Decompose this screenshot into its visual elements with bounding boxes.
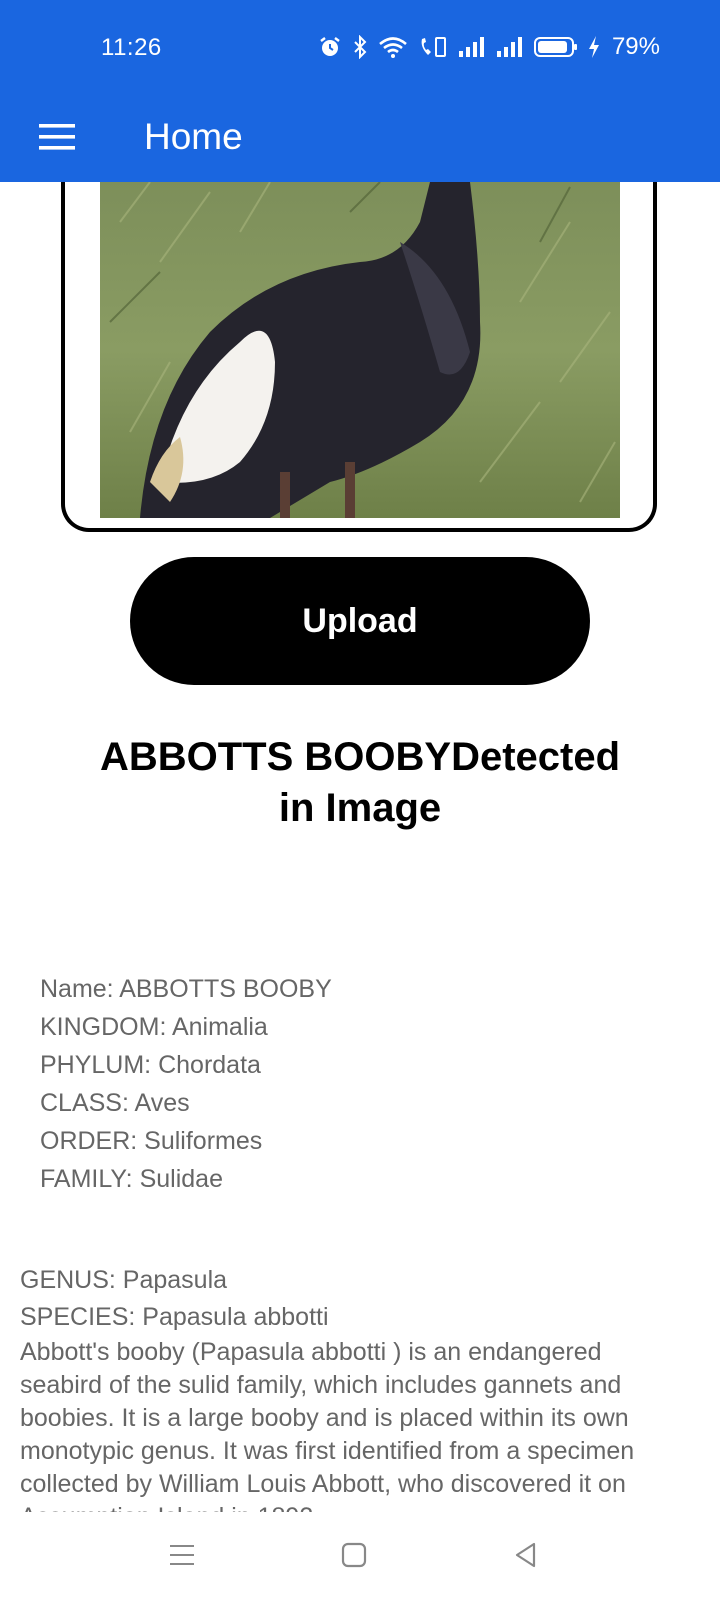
signal-icon-2 — [496, 37, 522, 57]
info-phylum: PHYLUM: Chordata — [40, 1051, 261, 1079]
battery-percent: 79% — [611, 33, 660, 60]
signal-icon-1 — [458, 37, 484, 57]
detection-heading: ABBOTTS BOOBYDetected in Image — [99, 735, 621, 830]
system-nav-bar — [0, 1512, 720, 1600]
info-order: ORDER: Suliformes — [40, 1127, 263, 1155]
info-kingdom: KINGDOM: Animalia — [40, 1013, 268, 1041]
recent-apps-icon — [170, 1545, 194, 1565]
bird-photo — [100, 182, 620, 518]
info-species: SPECIES: Papasula abbotti — [20, 1303, 329, 1331]
page-title: Home — [144, 116, 243, 157]
upload-button[interactable]: Upload — [130, 557, 590, 685]
alarm-icon — [320, 37, 340, 56]
menu-button[interactable] — [22, 108, 92, 166]
volte-call-icon — [421, 37, 446, 57]
status-icons: 79% — [318, 30, 660, 64]
info-name: Name: ABBOTTS BOOBY — [40, 975, 332, 1003]
app-bar: Home — [0, 92, 720, 182]
home-button[interactable] — [324, 1530, 384, 1580]
info-genus: GENUS: Papasula — [20, 1266, 228, 1294]
info-family: FAMILY: Sulidae — [40, 1165, 223, 1193]
wifi-icon — [379, 37, 407, 58]
battery-icon — [533, 37, 577, 57]
top-bar: 11:26 79% Home — [0, 0, 720, 182]
bluetooth-icon — [354, 35, 367, 59]
back-icon — [515, 1542, 536, 1568]
species-info: GENUS: Papasula SPECIES: Papasula abbott… — [20, 1262, 680, 1512]
info-class: CLASS: Aves — [40, 1089, 190, 1117]
status-bar: 11:26 79% — [0, 0, 720, 92]
home-icon — [341, 1542, 367, 1568]
status-time: 11:26 — [101, 34, 162, 61]
recent-apps-button[interactable] — [152, 1530, 212, 1580]
charging-icon — [588, 36, 599, 58]
species-description: Abbott's booby (Papasula abbotti ) is an… — [20, 1338, 635, 1512]
back-button[interactable] — [496, 1530, 556, 1580]
hamburger-menu-icon — [39, 124, 75, 150]
taxonomy-info: Name: ABBOTTS BOOBY KINGDOM: Animalia PH… — [40, 970, 600, 1198]
